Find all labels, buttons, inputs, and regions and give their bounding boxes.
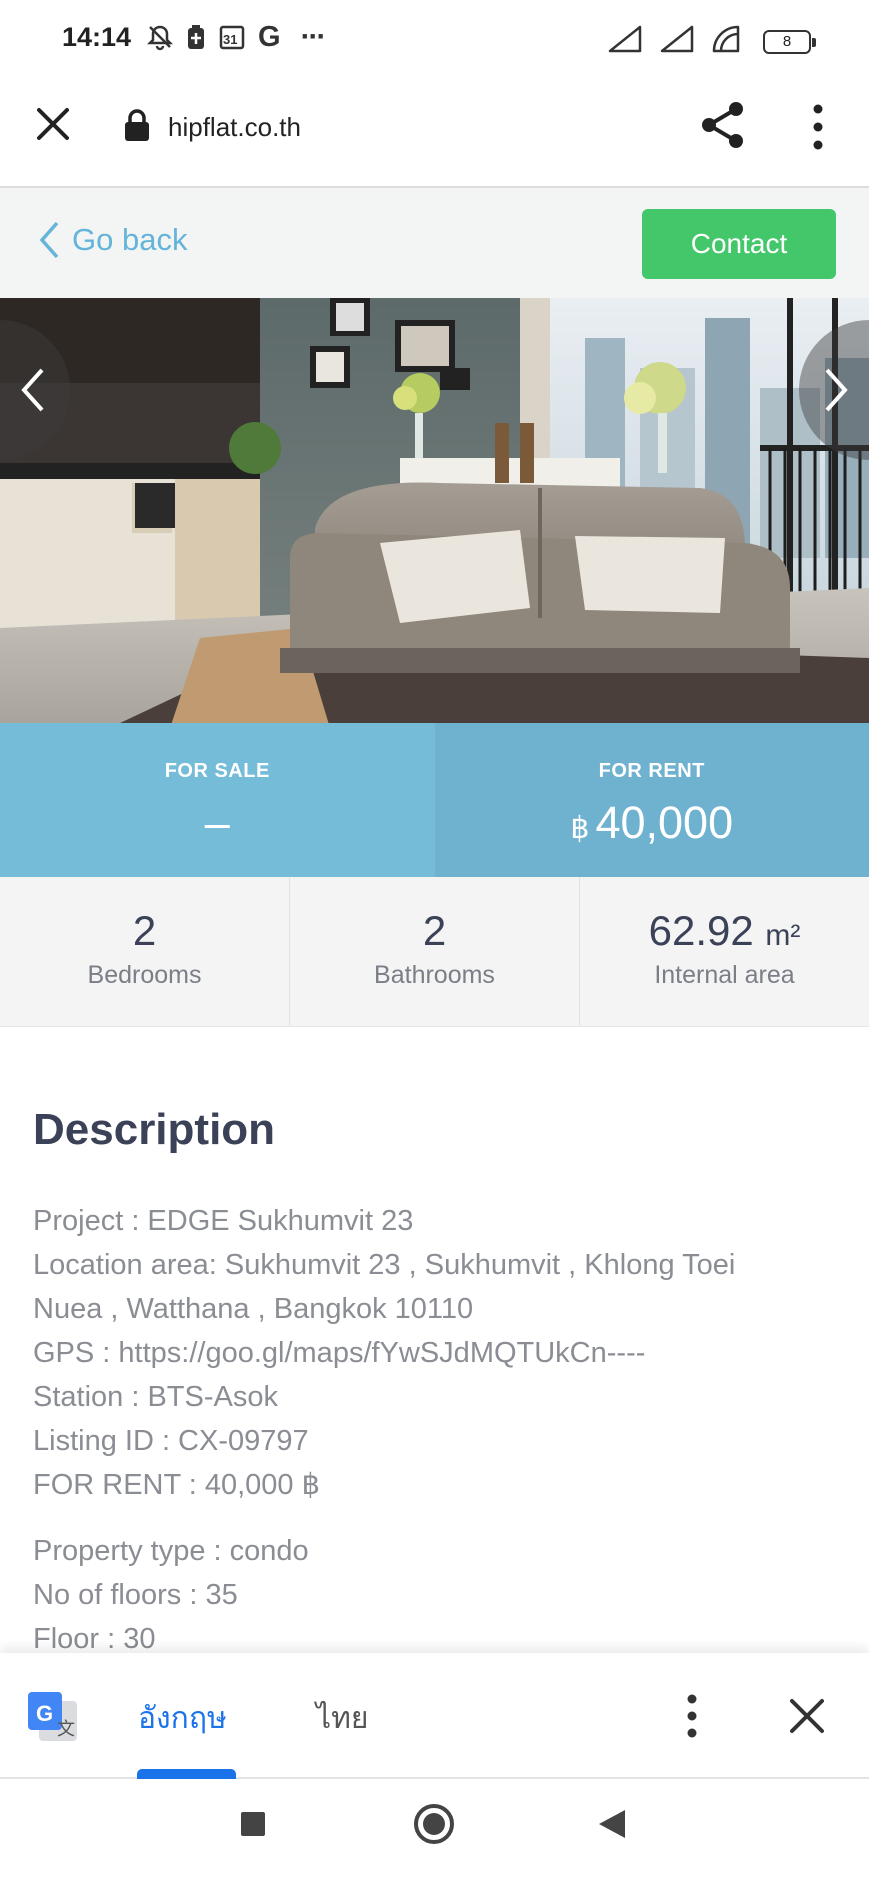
google-icon: G [258, 20, 281, 53]
calendar-icon: 31 [218, 22, 246, 52]
stat-value: 62.92 m² [580, 907, 869, 955]
browser-toolbar: hipflat.co.th [0, 78, 869, 188]
stat-value: 2 [0, 907, 289, 955]
chevron-left-icon [21, 368, 44, 412]
rent-value: ฿ 40,000 [435, 797, 869, 849]
sale-value: – [0, 797, 435, 849]
desc-line: Nuea , Watthana , Bangkok 10110 [33, 1293, 474, 1325]
svg-text:G: G [36, 1701, 53, 1726]
home-icon[interactable] [413, 1803, 455, 1845]
stat-label: Bedrooms [87, 961, 202, 989]
desc-line: Project : EDGE Sukhumvit 23 [33, 1205, 414, 1237]
more-notifications-icon: ··· [300, 20, 327, 53]
sale-price: FOR SALE – [0, 723, 435, 877]
rent-label: FOR RENT [598, 760, 705, 782]
wifi-icon [711, 24, 747, 59]
close-translate-icon[interactable] [788, 1697, 826, 1735]
listing-photo[interactable] [0, 298, 869, 723]
recents-icon[interactable] [240, 1811, 266, 1837]
url-text[interactable]: hipflat.co.th [168, 112, 301, 143]
signal-icon-2 [659, 24, 695, 59]
desc-line: Station : BTS-Asok [33, 1381, 278, 1413]
chevron-left-icon [39, 221, 59, 259]
status-bar: 14:14 31 G ··· 8 [0, 0, 869, 78]
bell-muted-icon [146, 22, 174, 52]
status-notification-icons: 31 G ··· [146, 20, 327, 53]
svg-text:文: 文 [57, 1719, 75, 1740]
translate-menu-icon[interactable] [680, 1693, 704, 1739]
rent-amount: 40,000 [595, 797, 734, 848]
price-band: FOR SALE – FOR RENT ฿ 40,000 [0, 723, 869, 877]
go-back-link[interactable]: Go back [38, 220, 187, 260]
desc-line: FOR RENT : 40,000 ฿ [33, 1469, 321, 1501]
living-room-photo [0, 298, 869, 723]
rent-currency: ฿ [570, 812, 590, 845]
bathrooms-count: 2 [422, 907, 447, 954]
area-value: 62.92 [648, 907, 754, 954]
description-section: Description Project : EDGE Sukhumvit 23 … [33, 1105, 843, 1661]
close-icon[interactable] [33, 104, 73, 144]
stat-label: Internal area [654, 961, 795, 989]
share-icon[interactable] [700, 100, 746, 150]
desc-line: Listing ID : CX-09797 [33, 1425, 309, 1457]
translate-bar: G 文 อังกฤษ ไทย [0, 1653, 869, 1779]
go-back-label: Go back [72, 222, 188, 257]
signal-icon [607, 24, 643, 59]
description-title: Description [33, 1105, 276, 1154]
lang-tab-thai[interactable]: ไทย [316, 1695, 368, 1742]
listing-header: Go back Contact [0, 188, 869, 298]
lang-tab-english[interactable]: อังกฤษ [138, 1695, 227, 1742]
rent-price: FOR RENT ฿ 40,000 [434, 723, 869, 877]
area-unit: m² [765, 919, 801, 952]
sale-label: FOR SALE [164, 760, 270, 782]
active-tab-indicator [137, 1769, 236, 1779]
battery-saver-icon [186, 22, 206, 52]
chevron-right-icon [825, 368, 848, 412]
stat-bedrooms: 2 Bedrooms [0, 877, 290, 1026]
bedrooms-count: 2 [132, 907, 157, 954]
status-system-icons: 8 [607, 24, 816, 59]
stat-area: 62.92 m² Internal area [580, 877, 869, 1026]
system-navigation-bar [0, 1779, 869, 1883]
stat-value: 2 [290, 907, 579, 955]
desc-line: No of floors : 35 [33, 1579, 238, 1611]
stat-label: Bathrooms [374, 961, 495, 989]
overflow-menu-icon[interactable] [806, 102, 830, 152]
description-body: Project : EDGE Sukhumvit 23 Location are… [33, 1199, 843, 1661]
sale-amount: – [204, 797, 230, 848]
desc-line: Location area: Sukhumvit 23 , Sukhumvit … [33, 1249, 736, 1281]
back-icon[interactable] [597, 1808, 627, 1840]
contact-button[interactable]: Contact [642, 209, 836, 279]
desc-line: Property type : condo [33, 1535, 309, 1567]
property-stats: 2 Bedrooms 2 Bathrooms 62.92 m² Internal… [0, 877, 869, 1027]
calendar-day: 31 [223, 31, 238, 47]
desc-line: GPS : https://goo.gl/maps/fYwSJdMQTUkCn-… [33, 1337, 646, 1369]
battery-icon: 8 [763, 29, 816, 54]
stat-bathrooms: 2 Bathrooms [290, 877, 580, 1026]
lock-icon [125, 109, 149, 141]
google-translate-icon: G 文 [28, 1692, 77, 1741]
status-time: 14:14 [62, 22, 132, 52]
